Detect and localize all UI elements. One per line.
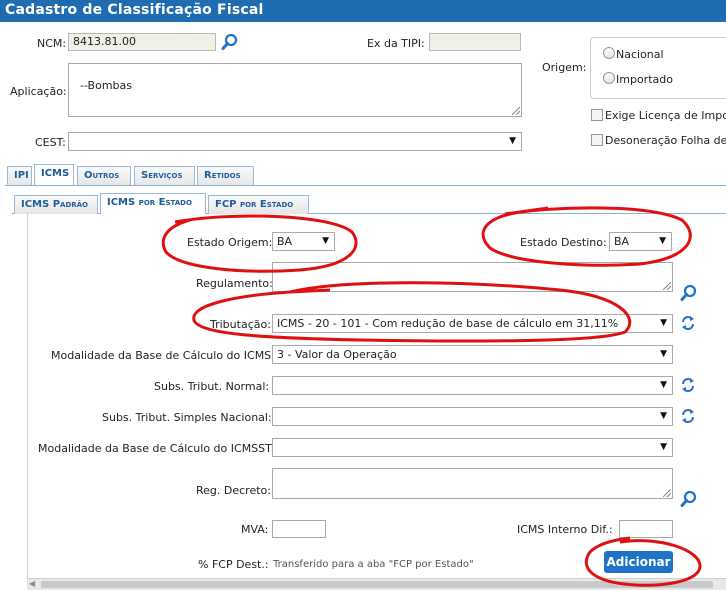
reg-decreto-textarea[interactable]	[272, 468, 673, 499]
window-title: Cadastro de Classificação Fiscal	[0, 0, 726, 22]
icms-interno-label: ICMS Interno Dif.:	[517, 523, 613, 536]
tab-retidos[interactable]: Retidos	[197, 166, 254, 185]
ex-tipi-label: Ex da TIPI:	[367, 37, 425, 50]
mod-bc-icms-label: Modalidade da Base de Cálculo do ICMS:	[51, 349, 275, 362]
resize-grip-icon[interactable]	[512, 107, 520, 115]
cest-select[interactable]: ▼	[68, 132, 522, 151]
origem-label: Origem:	[542, 61, 587, 74]
estado-origem-label: Estado Origem:	[187, 236, 273, 249]
regulamento-textarea[interactable]	[272, 262, 673, 292]
mva-field[interactable]	[272, 520, 326, 538]
subs-simples-label: Subs. Tribut. Simples Nacional:	[102, 411, 272, 424]
search-icon[interactable]	[680, 284, 698, 302]
refresh-icon[interactable]	[680, 407, 696, 425]
chevron-down-icon: ▼	[509, 136, 516, 146]
fcp-dest-label: % FCP Dest.:	[198, 558, 269, 571]
chevron-down-icon: ▼	[322, 236, 329, 246]
scroll-left-icon[interactable]: ◀	[29, 579, 35, 588]
estado-destino-value: BA	[614, 235, 630, 248]
origem-nacional-radio[interactable]	[603, 47, 615, 59]
mva-label: MVA:	[241, 523, 269, 536]
tab-icms-padrao[interactable]: ICMS Padrão	[14, 195, 98, 214]
icms-interno-field[interactable]	[619, 520, 673, 538]
cest-label: CEST:	[35, 136, 66, 149]
tributacao-value: ICMS - 20 - 101 - Com redução de base de…	[277, 317, 619, 330]
horizontal-scrollbar[interactable]: ◀	[27, 578, 726, 590]
origem-importado-radio[interactable]	[603, 72, 615, 84]
tab-outros[interactable]: Outros	[77, 166, 131, 185]
estado-origem-select[interactable]: BA ▼	[272, 232, 335, 251]
tab-icms-por-estado[interactable]: ICMS por Estado	[100, 193, 206, 214]
mod-bc-icmsst-label: Modalidade da Base de Cálculo do ICMSST:	[38, 442, 275, 455]
aplicacao-label: Aplicação:	[10, 85, 67, 98]
ncm-label: NCM:	[37, 37, 67, 50]
mod-bc-icms-select[interactable]: 3 - Valor da Operação ▼	[272, 345, 673, 364]
chevron-down-icon: ▼	[660, 349, 667, 359]
panel-border	[27, 213, 28, 585]
reg-decreto-label: Reg. Decreto:	[196, 484, 271, 497]
mod-bc-icmsst-select[interactable]: ▼	[272, 438, 673, 457]
refresh-icon[interactable]	[680, 376, 696, 394]
desoneracao-checkbox[interactable]	[591, 134, 603, 146]
chevron-down-icon: ▼	[660, 380, 667, 390]
origem-nacional-label: Nacional	[616, 48, 664, 61]
subs-simples-select[interactable]: ▼	[272, 407, 673, 426]
exige-licenca-checkbox[interactable]	[591, 109, 603, 121]
mod-bc-icms-value: 3 - Valor da Operação	[277, 348, 397, 361]
tributacao-select[interactable]: ICMS - 20 - 101 - Com redução de base de…	[272, 314, 673, 333]
resize-grip-icon[interactable]	[663, 282, 671, 290]
ncm-field[interactable]: 8413.81.00	[68, 33, 216, 51]
aplicacao-textarea[interactable]: --Bombas	[68, 63, 522, 117]
subs-normal-label: Subs. Tribut. Normal:	[154, 380, 270, 393]
search-icon[interactable]	[680, 490, 698, 508]
chevron-down-icon: ▼	[660, 442, 667, 452]
chevron-down-icon: ▼	[659, 236, 666, 246]
regulamento-label: Regulamento:	[196, 277, 273, 290]
scrollbar-thumb[interactable]	[41, 581, 713, 588]
search-icon[interactable]	[221, 33, 239, 51]
resize-grip-icon[interactable]	[663, 489, 671, 497]
estado-destino-select[interactable]: BA ▼	[609, 232, 672, 251]
estado-destino-label: Estado Destino:	[520, 236, 607, 249]
refresh-icon[interactable]	[680, 314, 696, 332]
tab-fcp-por-estado[interactable]: FCP por Estado	[208, 195, 309, 214]
origem-importado-label: Importado	[616, 73, 673, 86]
fcp-dest-hint: Transferido para a aba "FCP por Estado"	[273, 559, 474, 570]
aplicacao-text: --Bombas	[80, 79, 132, 92]
tab-icms[interactable]: ICMS	[34, 164, 74, 185]
tributacao-label: Tributação:	[210, 318, 271, 331]
tab-servicos[interactable]: Serviços	[134, 166, 195, 185]
chevron-down-icon: ▼	[660, 318, 667, 328]
main-tabs-baseline	[5, 185, 726, 186]
chevron-down-icon: ▼	[660, 411, 667, 421]
ex-tipi-field[interactable]	[429, 33, 521, 51]
tab-ipi[interactable]: IPI	[7, 166, 32, 185]
adicionar-button[interactable]: Adicionar	[604, 551, 673, 573]
desoneracao-label: Desoneração Folha de	[605, 134, 726, 147]
estado-origem-value: BA	[277, 235, 293, 248]
subs-normal-select[interactable]: ▼	[272, 376, 673, 395]
exige-licenca-label: Exige Licença de Impo	[605, 109, 726, 122]
